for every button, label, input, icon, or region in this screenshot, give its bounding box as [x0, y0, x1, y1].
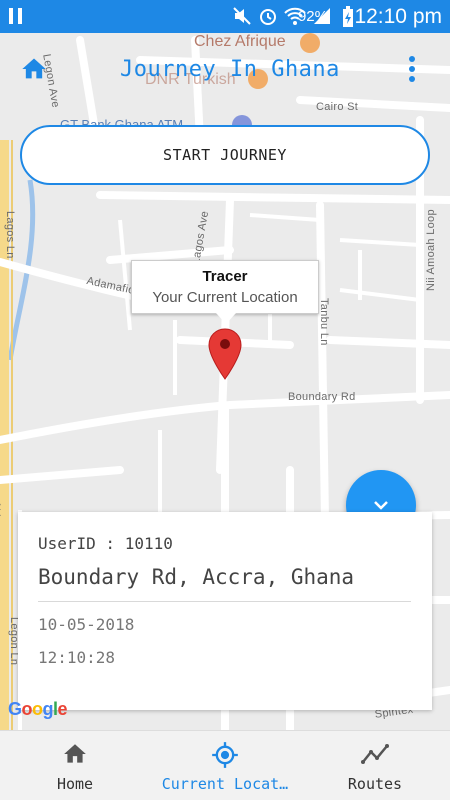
nav-label: Home	[56, 775, 94, 793]
nav-label: Routes	[347, 775, 403, 793]
street-label: N4	[0, 503, 2, 518]
user-id: UserID : 10110	[38, 534, 173, 553]
location-date: 10-05-2018	[38, 615, 135, 634]
home-icon[interactable]	[20, 55, 48, 83]
status-time: 12:10 pm	[354, 5, 442, 28]
bottom-navigation: Home Current Locat… Routes	[0, 730, 450, 800]
current-address: Boundary Rd, Accra, Ghana	[38, 565, 355, 589]
battery-percent: 92%	[297, 8, 328, 25]
street-label: Tanbu Ln	[318, 298, 330, 346]
routes-icon	[361, 744, 389, 764]
nav-item-home[interactable]: Home	[0, 731, 150, 800]
alarm-icon	[260, 9, 276, 25]
gps-icon	[212, 742, 238, 768]
marker-title: Tracer	[202, 268, 248, 285]
info-window-tail	[216, 313, 236, 324]
status-bar: 92% 12:10 pm	[0, 0, 450, 33]
street-label: Nii Amoah Loop	[425, 209, 437, 291]
more-vert-icon[interactable]	[405, 56, 419, 84]
location-marker-icon[interactable]	[207, 328, 243, 380]
home-icon	[64, 744, 86, 763]
nav-item-routes[interactable]: Routes	[300, 731, 450, 800]
marker-info-window[interactable]: Tracer Your Current Location	[131, 260, 319, 324]
street-label: Cairo St	[316, 101, 359, 113]
divider	[38, 601, 411, 602]
chevron-down-icon	[374, 501, 388, 510]
start-journey-button[interactable]: START JOURNEY	[20, 125, 430, 185]
battery-charging-icon	[343, 6, 353, 27]
poi-label-chez-afrique: Chez Afrique	[194, 33, 286, 50]
marker-subtitle: Your Current Location	[152, 289, 298, 306]
street-label: Lagos Ln	[4, 211, 16, 259]
street-label: Boundary Rd	[288, 391, 356, 403]
pause-icon	[9, 8, 23, 24]
location-info-card: UserID : 10110 Boundary Rd, Accra, Ghana…	[18, 512, 432, 710]
google-logo: Google	[8, 699, 68, 719]
mute-icon	[233, 7, 251, 25]
nav-label: Current Locat…	[161, 775, 289, 793]
location-time: 12:10:28	[38, 648, 116, 667]
restaurant-icon	[300, 33, 320, 53]
nav-item-current-location[interactable]: Current Locat…	[150, 731, 300, 800]
app-title: Journey In Ghana	[120, 57, 340, 82]
